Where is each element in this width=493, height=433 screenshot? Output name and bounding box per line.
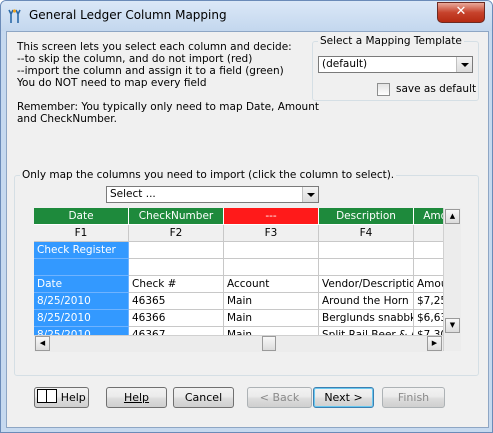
window-title: General Ledger Column Mapping [29, 8, 227, 22]
save-default-checkbox[interactable] [377, 83, 390, 96]
grid-cell[interactable] [224, 242, 319, 259]
instructions-text: This screen lets you select each column … [17, 41, 319, 125]
instruction-line: You do NOT need to map every field [17, 77, 207, 89]
next-button-label: Next > [324, 391, 363, 404]
column-mapping-header[interactable]: Description [319, 208, 414, 225]
field-select[interactable]: Select ... [106, 186, 319, 203]
client-area: This screen lets you select each column … [6, 31, 489, 428]
instruction-line: --import the column and assign it to a f… [17, 65, 284, 77]
app-icon [8, 9, 21, 23]
vertical-scrollbar[interactable]: ▲ ▼ [443, 208, 461, 351]
back-button[interactable]: < Back [247, 387, 312, 408]
chevron-down-icon[interactable] [302, 187, 318, 202]
grid-cell[interactable]: 46367 [129, 327, 224, 335]
grid-cell[interactable]: Main [224, 293, 319, 310]
grid-cell[interactable]: Main [224, 327, 319, 335]
finish-button[interactable]: Finish [382, 387, 445, 408]
field-select-value: Select ... [110, 188, 156, 200]
horizontal-scrollbar[interactable]: ◀ ▶ [34, 335, 443, 352]
grid-cell[interactable]: 46365 [129, 293, 224, 310]
grid-cell[interactable]: Check Register [34, 242, 129, 259]
column-field-header[interactable]: F3 [224, 225, 319, 242]
column-field-header[interactable]: F4 [319, 225, 414, 242]
column-mapping-header[interactable]: Date [34, 208, 129, 225]
grid-cell[interactable] [414, 259, 443, 276]
instruction-line: Remember: You typically only need to map… [17, 101, 319, 113]
help-icon-button-label: Help [60, 391, 86, 404]
grid-cell[interactable] [319, 242, 414, 259]
grid-cell[interactable]: 46366 [129, 310, 224, 327]
grid-cell[interactable]: $6,63 [414, 310, 443, 327]
help-book-icon [37, 389, 58, 403]
grid-cell[interactable]: Date [34, 276, 129, 293]
back-button-label: < Back [259, 391, 300, 404]
help-button-label: Help [123, 391, 150, 404]
mapping-window: General Ledger Column Mapping ✕ This scr… [0, 0, 493, 433]
column-field-header[interactable] [414, 225, 443, 242]
grid-cell[interactable]: Check # [129, 276, 224, 293]
grid-cell[interactable]: 8/25/2010 [34, 310, 129, 327]
finish-button-label: Finish [397, 391, 430, 404]
chevron-down-icon[interactable] [456, 57, 472, 72]
grid-cell[interactable]: Main [224, 310, 319, 327]
grid-cell[interactable]: Split Rail Beer & Al [319, 327, 414, 335]
scroll-down-icon[interactable]: ▼ [445, 318, 460, 333]
scroll-left-icon[interactable]: ◀ [35, 336, 50, 351]
next-button[interactable]: Next > [313, 387, 374, 408]
column-map-legend: Only map the columns you need to import … [22, 169, 395, 181]
grid-cell[interactable]: $7,30 [414, 327, 443, 335]
close-icon: ✕ [455, 4, 467, 19]
grid-cell[interactable]: Around the Horn [319, 293, 414, 310]
template-select[interactable]: (default) [318, 56, 473, 73]
column-field-header[interactable]: F2 [129, 225, 224, 242]
grid-cell[interactable] [224, 259, 319, 276]
grid-cell[interactable] [319, 259, 414, 276]
scroll-right-icon[interactable]: ▶ [427, 336, 442, 351]
instruction-line: This screen lets you select each column … [17, 41, 292, 53]
instruction-line: --to skip the column, and do not import … [17, 53, 253, 65]
grid-cell[interactable] [129, 242, 224, 259]
column-field-header[interactable]: F1 [34, 225, 129, 242]
template-group-legend: Select a Mapping Template [320, 35, 462, 47]
scroll-up-icon[interactable]: ▲ [445, 209, 460, 224]
column-grid[interactable]: DateF1CheckNumberF2---F3DescriptionF4Amo… [34, 208, 443, 335]
grid-cell[interactable] [414, 242, 443, 259]
help-icon-button[interactable]: Help [34, 387, 89, 408]
grid-cell[interactable] [34, 259, 129, 276]
grid-cell[interactable] [129, 259, 224, 276]
cancel-button[interactable]: Cancel [173, 387, 234, 408]
instruction-line: and CheckNumber. [17, 113, 117, 125]
column-mapping-header[interactable]: Amou [414, 208, 443, 225]
title-bar[interactable]: General Ledger Column Mapping ✕ [1, 1, 492, 31]
grid-cell[interactable]: Berglunds snabbkö [319, 310, 414, 327]
column-mapping-header[interactable]: CheckNumber [129, 208, 224, 225]
scroll-thumb[interactable] [262, 336, 276, 351]
close-button[interactable]: ✕ [437, 2, 485, 23]
instruction-line [17, 89, 317, 101]
cancel-button-label: Cancel [184, 391, 223, 404]
grid-cell[interactable]: 8/25/2010 [34, 327, 129, 335]
column-mapping-header[interactable]: --- [224, 208, 319, 225]
grid-cell[interactable]: Amou [414, 276, 443, 293]
grid-cell[interactable]: $7,25 [414, 293, 443, 310]
template-select-value: (default) [322, 58, 368, 70]
grid-cell[interactable]: Vendor/Descriptior [319, 276, 414, 293]
grid-cell[interactable]: Account [224, 276, 319, 293]
help-button[interactable]: Help [106, 387, 167, 408]
save-default-label: save as default [396, 83, 477, 95]
grid-cell[interactable]: 8/25/2010 [34, 293, 129, 310]
